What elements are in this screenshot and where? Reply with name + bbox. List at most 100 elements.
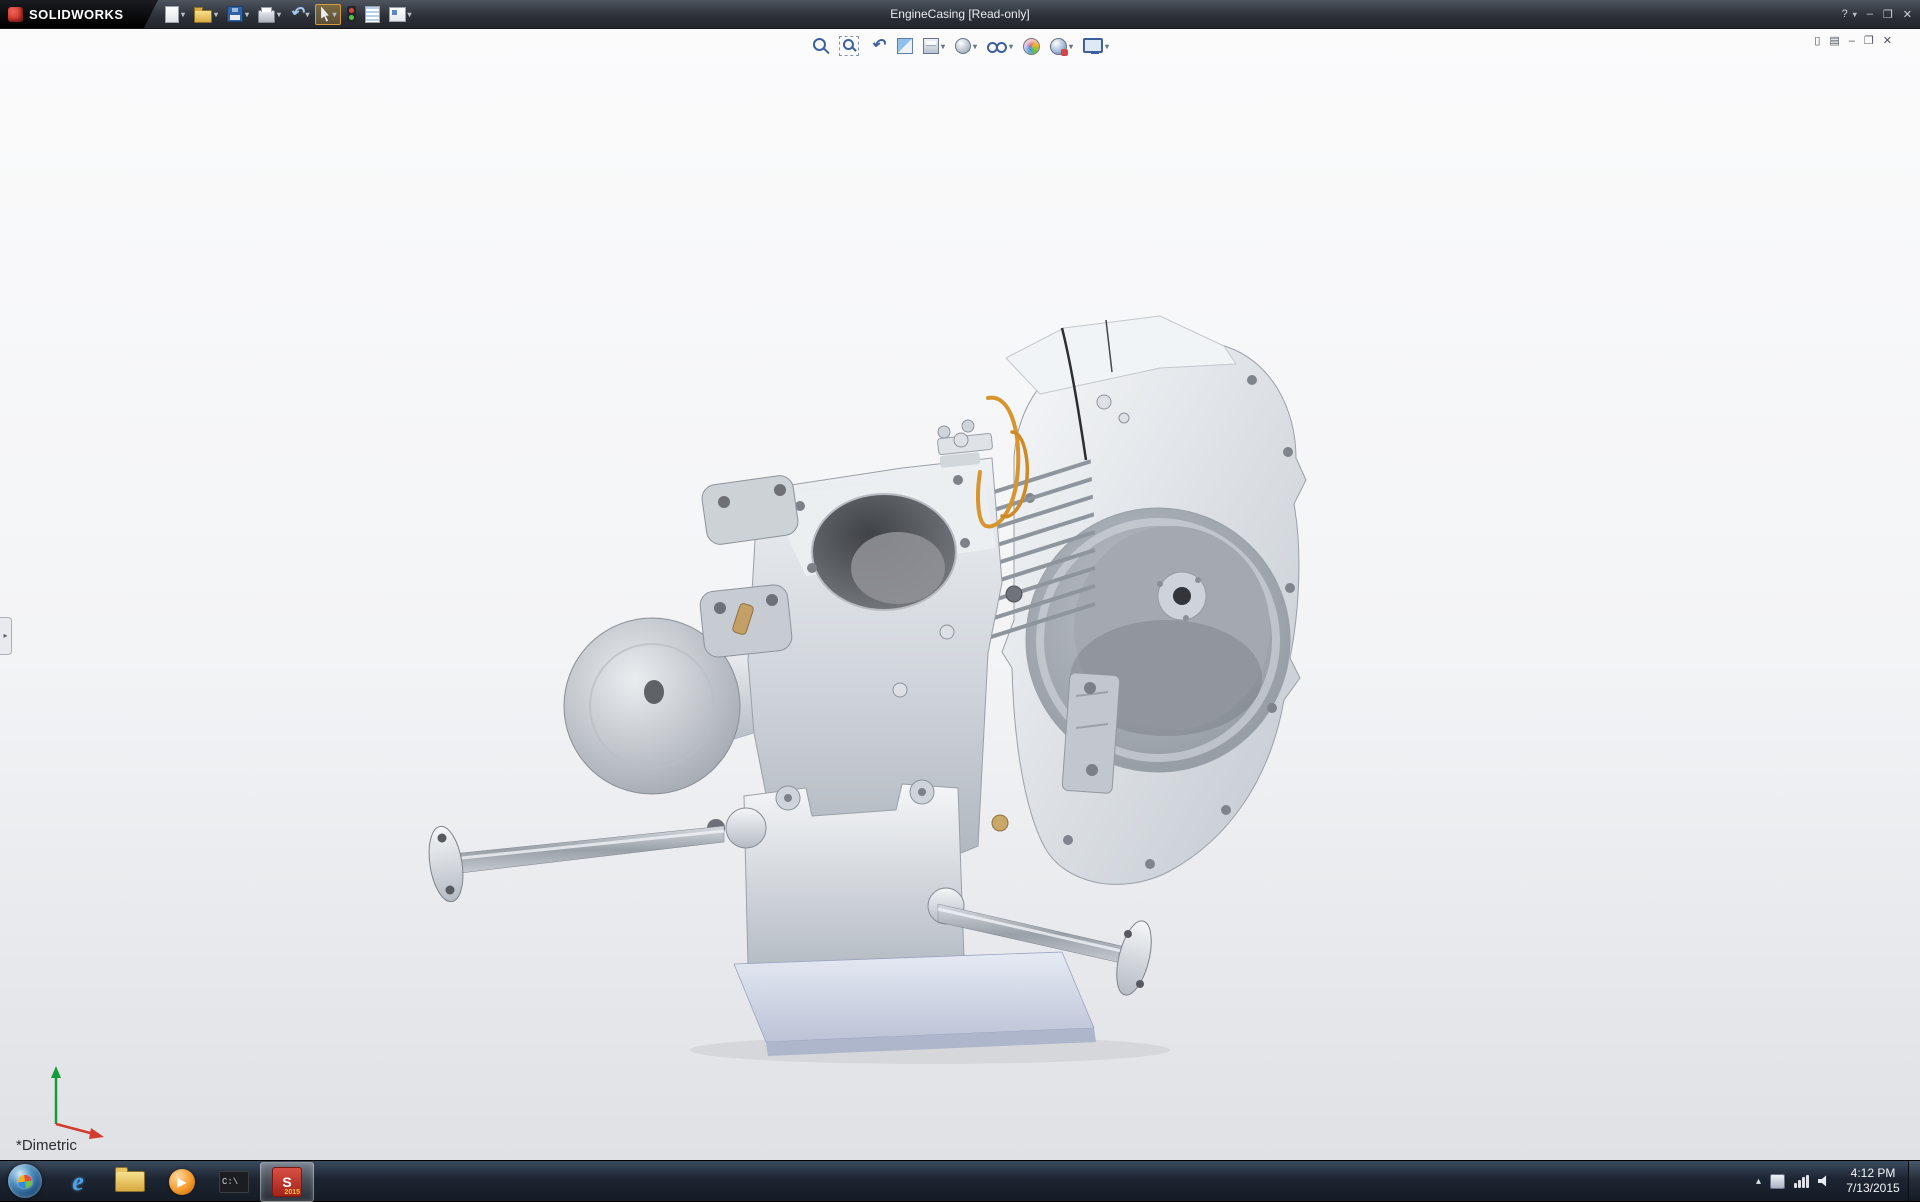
options-icon [389, 7, 406, 22]
print-button[interactable]: ▾ [255, 4, 284, 25]
heads-up-view-toolbar: ↶ ▾ ▾ ▾ ▾ ▾ [806, 34, 1114, 58]
apply-scene-button[interactable]: ▾ [1047, 36, 1076, 57]
select-cursor-icon [319, 7, 330, 22]
show-desktop-button[interactable] [1908, 1161, 1920, 1201]
chevron-down-icon[interactable]: ▾ [1069, 42, 1073, 51]
undo-icon: ↶ [290, 6, 303, 22]
save-button[interactable]: ▾ [224, 4, 252, 24]
chevron-down-icon[interactable]: ▾ [1853, 10, 1857, 19]
command-prompt-icon: C:\ [219, 1171, 249, 1193]
folder-icon [115, 1171, 145, 1192]
taskbar-command-prompt[interactable]: C:\ [208, 1163, 260, 1201]
zoom-to-area-icon [839, 36, 859, 56]
display-style-icon [955, 38, 971, 54]
chevron-down-icon[interactable]: ▾ [408, 10, 412, 19]
save-icon [227, 6, 243, 22]
design-binder-icon [365, 6, 380, 23]
main-toolbar: ▾ ▾ ▾ ▾ ↶ ▾ ▾ ▾ [162, 0, 418, 28]
hidden-icons-button[interactable]: ▴ [1756, 1176, 1761, 1187]
start-button[interactable] [8, 1164, 42, 1198]
pane-split-button[interactable]: ▤ [1829, 34, 1839, 47]
chevron-down-icon[interactable]: ▾ [941, 42, 945, 51]
taskbar-buttons: e ▶ C:\ S 2015 [52, 1161, 314, 1201]
media-player-icon: ▶ [169, 1169, 195, 1195]
featuremanager-collapsed-tab[interactable]: ▸ [0, 617, 12, 655]
chevron-down-icon[interactable]: ▾ [973, 42, 977, 51]
apply-scene-icon [1050, 38, 1067, 55]
options-button[interactable]: ▾ [386, 5, 415, 24]
edit-appearance-button[interactable] [1020, 36, 1043, 57]
view-settings-icon [1083, 38, 1103, 53]
left-axle-part[interactable] [424, 824, 724, 904]
section-view-button[interactable] [894, 36, 916, 56]
chevron-down-icon[interactable]: ▾ [214, 10, 218, 19]
network-icon[interactable] [1794, 1175, 1809, 1188]
system-tray: ▴ 4:12 PM 7/13/2015 [1756, 1161, 1906, 1201]
taskbar-clock[interactable]: 4:12 PM 7/13/2015 [1840, 1166, 1906, 1196]
expand-panel-arrow-icon: ▸ [3, 631, 7, 640]
zoom-to-fit-icon [811, 37, 829, 55]
minimize-button[interactable]: – [1867, 8, 1873, 20]
document-window-controls: ▯ ▤ – ❐ ✕ [1814, 34, 1892, 47]
previous-view-button[interactable]: ↶ [866, 35, 890, 57]
new-document-icon [165, 6, 179, 23]
taskbar-solidworks[interactable]: S 2015 [260, 1162, 314, 1202]
chevron-down-icon[interactable]: ▾ [305, 10, 309, 19]
view-orientation-cube-icon [923, 38, 939, 54]
solidworks-logo: SOLIDWORKS [0, 0, 158, 28]
display-style-button[interactable]: ▾ [952, 36, 980, 56]
help-icon: ? [1842, 8, 1848, 20]
section-view-icon [897, 38, 913, 54]
taskbar-file-explorer[interactable] [104, 1163, 156, 1201]
close-button[interactable]: ✕ [1903, 8, 1912, 21]
doc-minimize-button[interactable]: – [1849, 35, 1855, 47]
view-settings-button[interactable]: ▾ [1080, 38, 1112, 55]
pane-left-button[interactable]: ▯ [1814, 34, 1820, 47]
volume-icon[interactable] [1818, 1175, 1831, 1188]
base-plate-part[interactable] [734, 952, 1096, 1056]
restore-button[interactable]: ❐ [1883, 8, 1893, 21]
graphics-viewport[interactable]: ↶ ▾ ▾ ▾ ▾ ▾ ▯ ▤ – ❐ ✕ ▸ [0, 28, 1920, 1160]
solidworks-year-badge: 2015 [284, 1189, 300, 1196]
chevron-down-icon[interactable]: ▾ [1009, 42, 1013, 51]
tray-app-icon[interactable] [1770, 1174, 1785, 1189]
view-orientation-label: *Dimetric [16, 1137, 77, 1154]
zoom-to-area-button[interactable] [836, 34, 862, 58]
chevron-down-icon[interactable]: ▾ [1105, 42, 1109, 51]
doc-restore-button[interactable]: ❐ [1864, 34, 1874, 47]
rebuild-stoplight-icon [347, 6, 356, 22]
hide-show-glasses-icon [987, 39, 1007, 53]
clock-time: 4:12 PM [1840, 1166, 1906, 1181]
hide-show-items-button[interactable]: ▾ [984, 37, 1016, 55]
solidworks-app-icon: S 2015 [272, 1167, 302, 1197]
taskbar-media-player[interactable]: ▶ [156, 1163, 208, 1201]
orientation-triad [51, 1066, 104, 1139]
open-button[interactable]: ▾ [191, 4, 221, 25]
windows-taskbar: e ▶ C:\ S 2015 ▴ 4:12 PM 7/13/2015 [0, 1160, 1920, 1201]
taskbar-internet-explorer[interactable]: e [52, 1163, 104, 1201]
open-folder-icon [194, 10, 212, 23]
select-tool-button[interactable]: ▾ [315, 4, 340, 25]
dassault-systemes-icon [8, 7, 23, 22]
clock-date: 7/13/2015 [1840, 1181, 1906, 1196]
window-controls: ? ▾ – ❐ ✕ [1842, 0, 1912, 28]
chevron-down-icon[interactable]: ▾ [332, 10, 336, 19]
chevron-down-icon[interactable]: ▾ [277, 10, 281, 19]
previous-view-icon: ↶ [869, 37, 887, 55]
chevron-down-icon[interactable]: ▾ [245, 10, 249, 19]
design-binder-button[interactable] [362, 4, 383, 25]
view-orientation-button[interactable]: ▾ [920, 36, 948, 56]
zoom-to-fit-button[interactable] [808, 35, 832, 57]
doc-close-button[interactable]: ✕ [1883, 34, 1892, 47]
new-document-button[interactable]: ▾ [162, 4, 188, 25]
help-button[interactable]: ? ▾ [1842, 8, 1857, 20]
undo-button[interactable]: ↶ ▾ [287, 4, 312, 24]
rebuild-button[interactable] [344, 4, 359, 24]
print-icon [258, 10, 275, 23]
chevron-down-icon[interactable]: ▾ [181, 10, 185, 19]
engine-casing-model[interactable] [0, 28, 1920, 1160]
internet-explorer-icon: e [72, 1167, 84, 1197]
edit-appearance-ball-icon [1023, 38, 1040, 55]
windows-flag-icon [17, 1174, 33, 1189]
title-bar: EngineCasing [Read-only] SOLIDWORKS ▾ ▾ … [0, 0, 1920, 29]
